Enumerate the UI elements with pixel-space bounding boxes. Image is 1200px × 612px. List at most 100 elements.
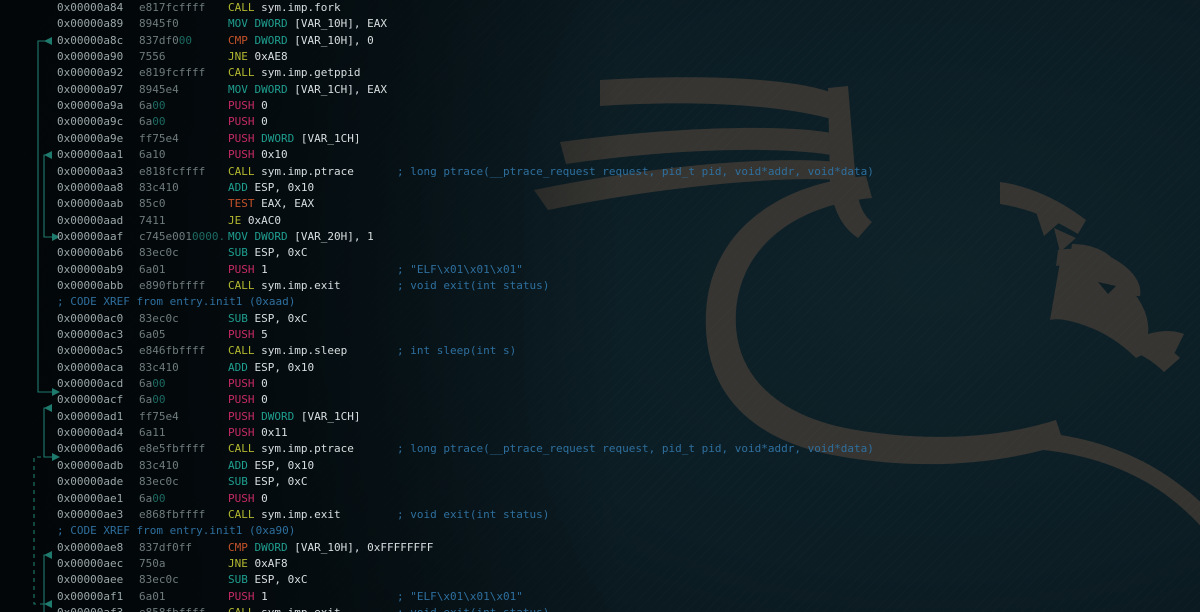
instruction-operand: sym.imp.exit xyxy=(261,606,340,612)
instruction-text: MOV DWORD [VAR_20H], 1 xyxy=(228,229,374,245)
instruction-address: 0x00000ad4 xyxy=(57,426,124,440)
instruction-bytes: 83c410 xyxy=(139,458,179,472)
instruction-bytes: c745e0010000. xyxy=(139,229,226,243)
instruction-bytes: e858fbffff xyxy=(139,605,205,612)
instruction-operand: [VAR_1CH] xyxy=(294,131,361,145)
instruction-text: CALL sym.imp.exit xyxy=(228,507,341,523)
instruction-text: CALL sym.imp.ptrace xyxy=(228,441,354,457)
instruction-operand: DWORD xyxy=(254,82,288,96)
instruction-text: PUSH 0 xyxy=(228,114,268,130)
instruction-text: CMP DWORD [VAR_10H], 0xFFFFFFFF xyxy=(228,540,433,556)
instruction-mnemonic: SUB xyxy=(228,475,248,489)
instruction-address: 0x00000ac5 xyxy=(57,344,124,358)
instruction-text: MOV DWORD [VAR_10H], EAX xyxy=(228,16,387,32)
instruction-bytes: 83ec0c xyxy=(139,246,179,260)
instruction-mnemonic: PUSH xyxy=(228,393,255,407)
instruction-comment: ; void exit(int status) xyxy=(397,605,549,612)
instruction-text: PUSH 0 xyxy=(228,98,268,114)
instruction-text: SUB ESP, 0xC xyxy=(228,572,307,588)
instruction-address: 0x00000a9a xyxy=(57,99,124,113)
instruction-bytes: 6a05 xyxy=(139,328,166,341)
instruction-mnemonic: TEST xyxy=(228,197,255,211)
instruction-mnemonic: MOV xyxy=(228,17,248,31)
instruction-address: 0x00000a84 xyxy=(57,1,124,14)
instruction-text: SUB ESP, 0xC xyxy=(228,245,307,261)
instruction-mnemonic: CALL xyxy=(228,164,255,178)
instruction-operand: sym.imp.exit xyxy=(261,278,341,292)
instruction-comment: ; long ptrace(__ptrace_request request, … xyxy=(397,164,874,178)
instruction-operand: 1 xyxy=(261,262,268,276)
instruction-text: MOV DWORD [VAR_1CH], EAX xyxy=(228,82,387,98)
instruction-address: 0x00000abb xyxy=(57,278,124,292)
instruction-text: ADD ESP, 0x10 xyxy=(228,180,314,196)
instruction-address: 0x00000a9c xyxy=(57,115,124,129)
instruction-text: SUB ESP, 0xC xyxy=(228,311,307,327)
xref-text: ; CODE XREF from entry.init1 (0xa90) xyxy=(57,524,296,538)
instruction-mnemonic: PUSH xyxy=(228,409,255,423)
instruction-address: 0x00000af1 xyxy=(57,589,124,603)
instruction-address: 0x00000acf xyxy=(57,393,124,407)
instruction-mnemonic: ADD xyxy=(228,360,248,374)
instruction-operand: DWORD xyxy=(261,409,295,423)
instruction-bytes: ff75e4 xyxy=(139,409,179,423)
instruction-bytes: 6a01 xyxy=(139,589,166,603)
instruction-bytes: e817fcffff xyxy=(139,1,206,14)
instruction-text: SUB ESP, 0xC xyxy=(228,474,307,490)
instruction-bytes: 83ec0c xyxy=(139,475,179,489)
instruction-operand: 0xAF8 xyxy=(254,556,288,570)
instruction-text: JNE 0xAF8 xyxy=(228,556,288,572)
instruction-bytes-zero: 0000. xyxy=(191,229,226,243)
instruction-text: PUSH 0 xyxy=(228,376,268,392)
instruction-mnemonic: PUSH xyxy=(228,115,255,129)
disassembly-listing[interactable]: 0x00000a84 e817fcffff CALL sym.imp.fork 0x0… xyxy=(0,0,1200,612)
instruction-operand: sym.imp.sleep xyxy=(261,344,348,358)
instruction-mnemonic: CALL xyxy=(228,507,255,521)
instruction-operand: sym.imp.exit xyxy=(261,507,341,521)
instruction-operand: 0 xyxy=(261,491,268,505)
instruction-text: PUSH 1 xyxy=(228,262,268,278)
instruction-operand: [VAR_20H], 1 xyxy=(287,229,374,243)
instruction-mnemonic: CALL xyxy=(228,278,255,292)
instruction-mnemonic: CALL xyxy=(228,442,255,456)
instruction-address: 0x00000aec xyxy=(57,556,124,570)
instruction-comment: ; "ELF\x01\x01\x01" xyxy=(397,262,523,276)
instruction-operand: 0 xyxy=(261,377,268,391)
instruction-bytes-zero: 00 xyxy=(178,33,192,47)
instruction-text: ADD ESP, 0x10 xyxy=(228,360,314,376)
instruction-address: 0x00000ae8 xyxy=(57,540,124,554)
instruction-text: PUSH 0 xyxy=(228,491,268,507)
instruction-mnemonic: PUSH xyxy=(228,377,255,391)
instruction-operand: ESP, 0xC xyxy=(254,475,308,489)
instruction-operand: [VAR_10H], EAX xyxy=(287,17,387,31)
instruction-operand: sym.imp.ptrace xyxy=(261,442,354,456)
instruction-operand: 0x11 xyxy=(261,426,288,440)
instruction-text: CALL sym.imp.getppid xyxy=(228,65,360,81)
instruction-address: 0x00000af3 xyxy=(57,605,123,612)
instruction-mnemonic: JE xyxy=(228,213,242,227)
instruction-comment: ; long ptrace(__ptrace_request request, … xyxy=(397,442,874,456)
instruction-operand: [VAR_1CH], EAX xyxy=(287,82,387,96)
instruction-bytes: 837df000 xyxy=(139,33,192,47)
instruction-text: CALL sym.imp.fork xyxy=(228,0,341,16)
instruction-operand: 1 xyxy=(261,589,268,603)
xref-text: ; CODE XREF from entry.init1 (0xaad) xyxy=(57,295,296,309)
instruction-bytes: 837df0ff xyxy=(139,540,192,554)
instruction-text: CALL sym.imp.exit xyxy=(228,605,341,612)
instruction-mnemonic: CALL xyxy=(228,344,255,358)
instruction-address: 0x00000aad xyxy=(57,213,124,227)
instruction-address: 0x00000adb xyxy=(57,458,124,472)
instruction-address: 0x00000a89 xyxy=(57,17,124,31)
instruction-text: JE 0xAC0 xyxy=(228,213,281,229)
instruction-address: 0x00000aaf xyxy=(57,229,124,243)
instruction-comment: ; int sleep(int s) xyxy=(397,344,517,358)
instruction-bytes: 83ec0c xyxy=(139,573,179,587)
instruction-bytes: 6a01 xyxy=(139,262,166,276)
instruction-bytes-zero: 00 xyxy=(152,393,166,407)
instruction-text: PUSH 1 xyxy=(228,589,268,605)
instruction-address: 0x00000ae3 xyxy=(57,507,124,521)
instruction-mnemonic: JNE xyxy=(228,50,248,64)
instruction-mnemonic: PUSH xyxy=(228,491,255,505)
instruction-text: PUSH DWORD [VAR_1CH] xyxy=(228,131,360,147)
instruction-operand: 0 xyxy=(261,99,268,113)
instruction-bytes: 7556 xyxy=(139,50,166,64)
